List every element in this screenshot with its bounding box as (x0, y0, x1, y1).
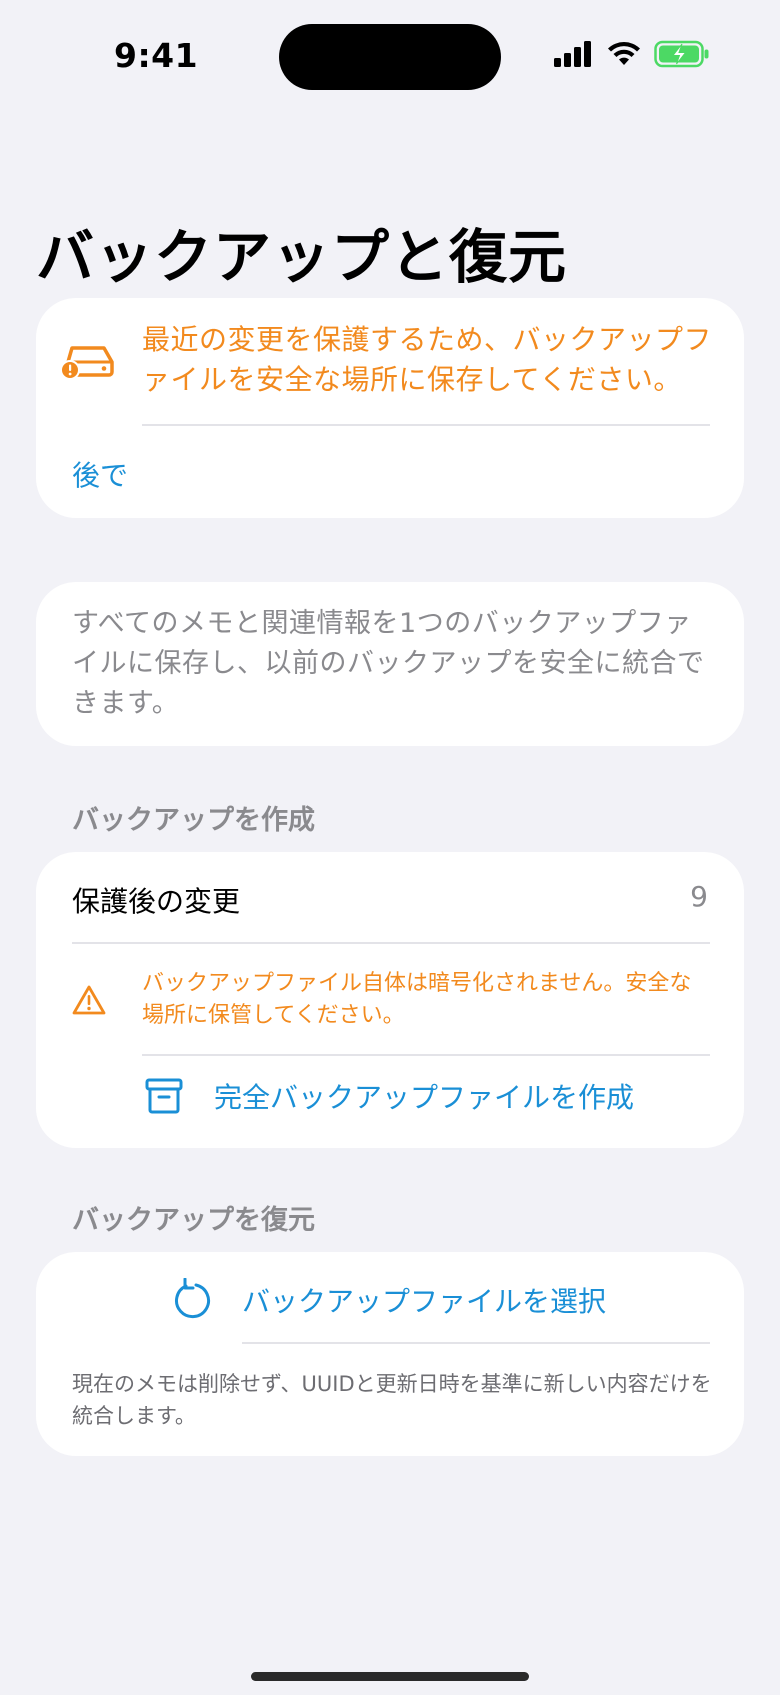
changes-label: 保護後の変更 (72, 885, 241, 918)
warning-triangle-icon (72, 985, 106, 1015)
restore-footnote: 現在のメモは削除せず、UUIDと更新日時を基準に新しい内容だけを統合します。 (72, 1372, 712, 1428)
dynamic-island (279, 24, 501, 90)
restore-backup-card: バックアップファイルを選択 現在のメモは削除せず、UUIDと更新日時を基準に新し… (36, 1252, 744, 1456)
create-full-backup-label: 完全バックアップファイルを作成 (214, 1081, 635, 1114)
status-time: 9:41 (114, 36, 199, 75)
select-backup-file-label: バックアップファイルを選択 (242, 1285, 607, 1318)
drive-warning-icon (60, 346, 114, 380)
archive-box-icon (145, 1078, 183, 1114)
create-backup-card: 保護後の変更 9 バックアップファイル自体は暗号化されません。安全な場所に保管し… (36, 852, 744, 1148)
backup-reminder-card: 最近の変更を保護するため、バックアップファイルを安全な場所に保存してください。 … (36, 298, 744, 518)
home-indicator (251, 1672, 529, 1681)
create-section-header: バックアップを作成 (72, 805, 315, 836)
screen: 9:41 バックアップと復元 最近の変更を保護するため、バックアップファイルを安… (0, 0, 780, 1695)
changes-divider (72, 942, 710, 944)
restore-section-header: バックアップを復元 (72, 1205, 315, 1236)
page-title: バックアップと復元 (36, 223, 568, 291)
changes-count: 9 (690, 880, 708, 913)
cellular-signal-icon (554, 41, 591, 67)
battery-charging-icon (654, 40, 709, 68)
unencrypted-warning-text: バックアップファイル自体は暗号化されません。安全な場所に保管してください。 (142, 971, 692, 1028)
backup-info-text: すべてのメモと関連情報を1つのバックアップファイルに保存し、以前のバックアップを… (72, 608, 705, 719)
later-button[interactable]: 後で (72, 454, 128, 494)
create-full-backup-button[interactable]: 完全バックアップファイルを作成 (36, 1056, 744, 1140)
backup-info-card: すべてのメモと関連情報を1つのバックアップファイルに保存し、以前のバックアップを… (36, 582, 744, 746)
reminder-divider (142, 424, 710, 426)
restore-divider (242, 1342, 710, 1344)
backup-reminder-message: 最近の変更を保護するため、バックアップファイルを安全な場所に保存してください。 (142, 323, 713, 396)
select-backup-file-button[interactable]: バックアップファイルを選択 (36, 1252, 744, 1342)
status-icons (554, 40, 710, 68)
wifi-icon (608, 42, 640, 65)
restore-arrow-icon (175, 1278, 210, 1319)
